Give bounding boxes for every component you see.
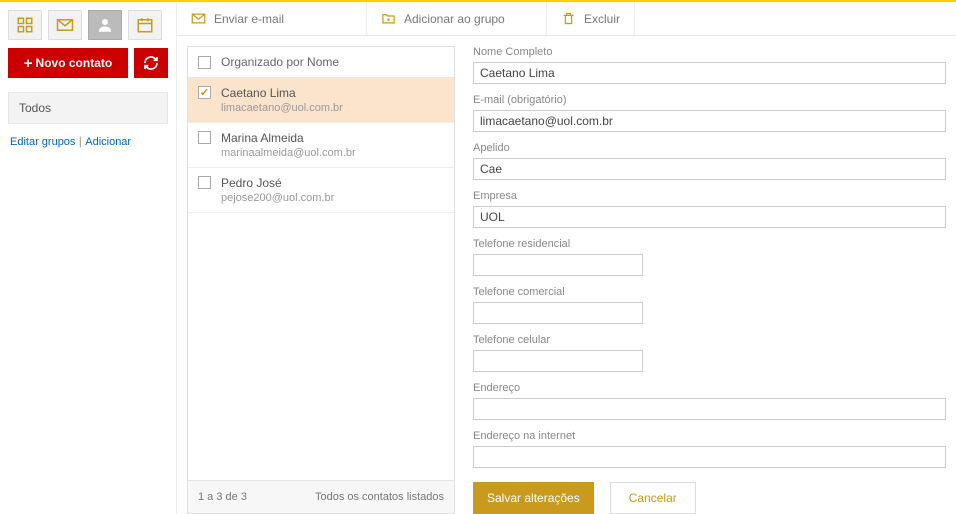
sidebar: + Novo contato Todos Editar grupos | Adi… — [0, 2, 176, 514]
folder-plus-icon — [381, 11, 396, 26]
action-send-email[interactable]: Enviar e-mail — [177, 2, 367, 35]
contact-email: marinaalmeida@uol.com.br — [221, 147, 356, 159]
contact-name: Caetano Lima — [221, 86, 343, 100]
contact-checkbox[interactable] — [198, 176, 211, 189]
add-group-link[interactable]: Adicionar — [85, 136, 131, 148]
list-item[interactable]: Pedro José pejose200@uol.com.br — [188, 168, 454, 213]
list-item[interactable]: Marina Almeida marinaalmeida@uol.com.br — [188, 123, 454, 168]
phone-mobile-label: Telefone celular — [473, 334, 946, 346]
contact-name: Marina Almeida — [221, 131, 356, 145]
address-label: Endereço — [473, 382, 946, 394]
apps-icon[interactable] — [8, 10, 42, 40]
list-status: Todos os contatos listados — [315, 491, 444, 503]
address-input[interactable] — [473, 398, 946, 420]
contact-checkbox[interactable]: ✓ — [198, 86, 211, 99]
phone-mobile-input[interactable] — [473, 350, 643, 372]
nickname-input[interactable] — [473, 158, 946, 180]
full-name-label: Nome Completo — [473, 46, 946, 58]
action-bar: Enviar e-mail Adicionar ao grupo Excluir — [177, 2, 956, 36]
action-add-to-group[interactable]: Adicionar ao grupo — [367, 2, 547, 35]
phone-work-label: Telefone comercial — [473, 286, 946, 298]
contact-email: limacaetano@uol.com.br — [221, 102, 343, 114]
calendar-icon[interactable] — [128, 10, 162, 40]
list-item[interactable]: ✓ Caetano Lima limacaetano@uol.com.br — [188, 78, 454, 123]
contact-checkbox[interactable] — [198, 131, 211, 144]
new-contact-button[interactable]: + Novo contato — [8, 48, 128, 78]
envelope-icon — [191, 11, 206, 26]
nickname-label: Apelido — [473, 142, 946, 154]
contact-form: Nome Completo E-mail (obrigatório) Apeli… — [455, 46, 946, 514]
web-label: Endereço na internet — [473, 430, 946, 442]
select-all-checkbox[interactable] — [198, 56, 211, 69]
phone-home-label: Telefone residencial — [473, 238, 946, 250]
phone-work-input[interactable] — [473, 302, 643, 324]
list-count: 1 a 3 de 3 — [198, 491, 247, 503]
mail-icon[interactable] — [48, 10, 82, 40]
contact-email: pejose200@uol.com.br — [221, 192, 334, 204]
web-input[interactable] — [473, 446, 946, 468]
list-header: Organizado por Nome — [188, 47, 454, 78]
email-label: E-mail (obrigatório) — [473, 94, 946, 106]
contacts-icon[interactable] — [88, 10, 122, 40]
action-delete[interactable]: Excluir — [547, 2, 635, 35]
save-button[interactable]: Salvar alterações — [473, 482, 594, 514]
refresh-button[interactable] — [134, 48, 168, 78]
list-sort-label[interactable]: Organizado por Nome — [221, 55, 339, 69]
groups-panel: Todos — [8, 92, 168, 124]
trash-icon — [561, 11, 576, 26]
groups-all[interactable]: Todos — [9, 93, 167, 123]
list-footer: 1 a 3 de 3 Todos os contatos listados — [188, 480, 454, 513]
contact-list: Organizado por Nome ✓ Caetano Lima limac… — [187, 46, 455, 514]
email-input[interactable] — [473, 110, 946, 132]
phone-home-input[interactable] — [473, 254, 643, 276]
contact-name: Pedro José — [221, 176, 334, 190]
company-input[interactable] — [473, 206, 946, 228]
new-contact-label: Novo contato — [36, 56, 113, 70]
company-label: Empresa — [473, 190, 946, 202]
cancel-button[interactable]: Cancelar — [610, 482, 696, 514]
full-name-input[interactable] — [473, 62, 946, 84]
edit-groups-link[interactable]: Editar grupos — [10, 136, 75, 148]
